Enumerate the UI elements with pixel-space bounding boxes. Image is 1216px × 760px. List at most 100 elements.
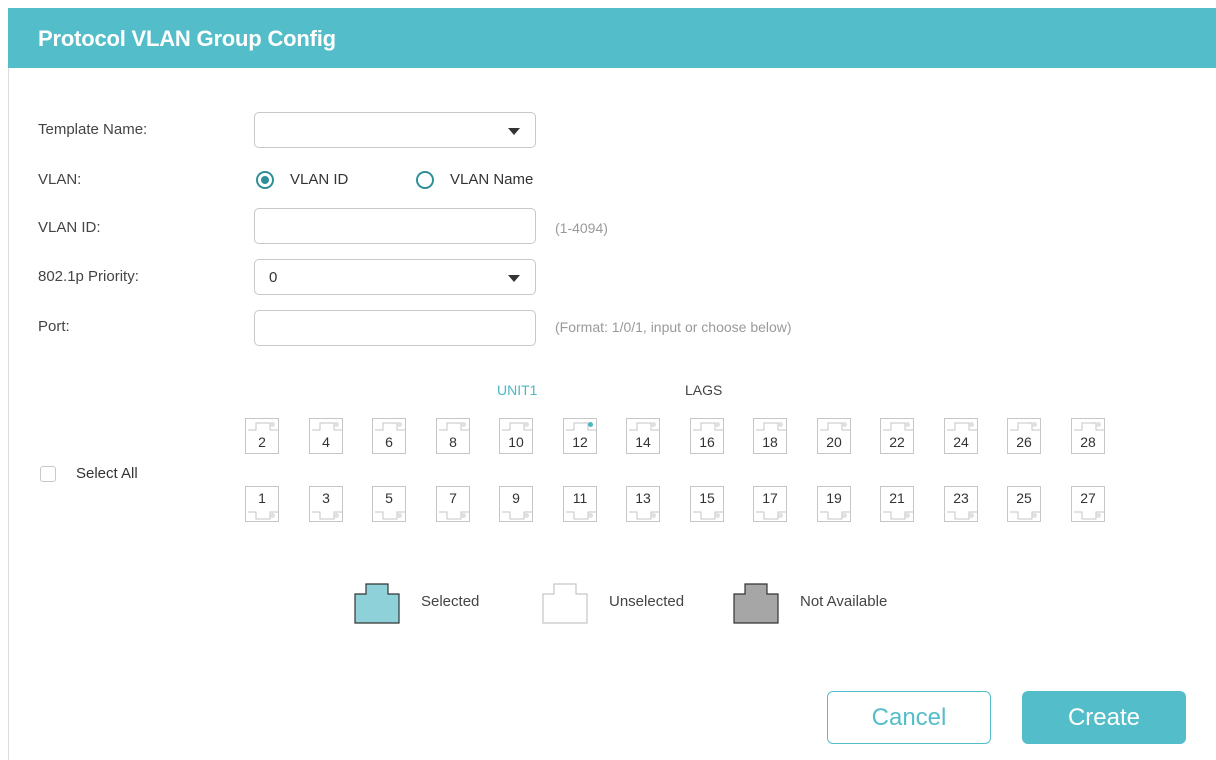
legend-not-available-swatch <box>733 580 779 624</box>
vlan-id-radio[interactable] <box>256 171 274 189</box>
port-number: 26 <box>1016 434 1032 450</box>
create-button[interactable]: Create <box>1022 691 1186 744</box>
chevron-down-icon <box>508 128 520 135</box>
port-number: 6 <box>385 434 393 450</box>
port-6[interactable]: 6 <box>372 418 406 454</box>
vlan-id-radio-label[interactable]: VLAN ID <box>290 171 348 188</box>
port-number: 14 <box>635 434 651 450</box>
port-number: 1 <box>258 490 266 506</box>
port-25[interactable]: 25 <box>1007 486 1041 522</box>
port-number: 13 <box>635 490 651 506</box>
port-status-led <box>1096 422 1101 427</box>
port-number: 10 <box>508 434 524 450</box>
port-23[interactable]: 23 <box>944 486 978 522</box>
chevron-down-icon <box>508 275 520 282</box>
port-status-led <box>397 422 402 427</box>
priority-select[interactable]: 0 <box>254 259 536 295</box>
vlan-name-radio-label[interactable]: VLAN Name <box>450 171 533 188</box>
port-input[interactable] <box>254 310 536 346</box>
port-status-led <box>334 513 339 518</box>
port-27[interactable]: 27 <box>1071 486 1105 522</box>
legend-selected-label: Selected <box>421 593 480 610</box>
port-number: 25 <box>1016 490 1032 506</box>
port-number: 28 <box>1080 434 1096 450</box>
port-number: 22 <box>889 434 905 450</box>
port-20[interactable]: 20 <box>817 418 851 454</box>
port-number: 7 <box>449 490 457 506</box>
tab-unit1[interactable]: UNIT1 <box>497 382 537 398</box>
port-status-led <box>651 513 656 518</box>
port-28[interactable]: 28 <box>1071 418 1105 454</box>
port-status-led <box>397 513 402 518</box>
port-13[interactable]: 13 <box>626 486 660 522</box>
port-number: 19 <box>826 490 842 506</box>
port-7[interactable]: 7 <box>436 486 470 522</box>
port-number: 24 <box>953 434 969 450</box>
port-5[interactable]: 5 <box>372 486 406 522</box>
port-status-led <box>588 422 593 427</box>
port-16[interactable]: 16 <box>690 418 724 454</box>
dialog-header: Protocol VLAN Group Config <box>8 8 1216 68</box>
port-11[interactable]: 11 <box>563 486 597 522</box>
port-number: 16 <box>699 434 715 450</box>
port-status-led <box>905 422 910 427</box>
legend-selected-swatch <box>354 580 400 624</box>
port-number: 5 <box>385 490 393 506</box>
vlan-label: VLAN: <box>38 171 82 188</box>
port-status-led <box>461 422 466 427</box>
port-21[interactable]: 21 <box>880 486 914 522</box>
port-status-led <box>270 422 275 427</box>
port-number: 8 <box>449 434 457 450</box>
port-4[interactable]: 4 <box>309 418 343 454</box>
port-8[interactable]: 8 <box>436 418 470 454</box>
port-status-led <box>842 513 847 518</box>
port-status-led <box>334 422 339 427</box>
template-name-select[interactable] <box>254 112 536 148</box>
vlan-name-radio[interactable] <box>416 171 434 189</box>
vlan-id-label: VLAN ID: <box>38 219 101 236</box>
port-number: 17 <box>762 490 778 506</box>
port-number: 4 <box>322 434 330 450</box>
port-number: 27 <box>1080 490 1096 506</box>
vlan-id-hint: (1-4094) <box>555 220 608 236</box>
port-status-led <box>1096 513 1101 518</box>
port-status-led <box>969 422 974 427</box>
port-12[interactable]: 12 <box>563 418 597 454</box>
legend-not-available-label: Not Available <box>800 593 888 610</box>
dialog-frame <box>8 8 1216 760</box>
port-14[interactable]: 14 <box>626 418 660 454</box>
port-status-led <box>715 422 720 427</box>
port-status-led <box>842 422 847 427</box>
port-1[interactable]: 1 <box>245 486 279 522</box>
select-all-label[interactable]: Select All <box>76 465 138 482</box>
vlan-id-input[interactable] <box>254 208 536 244</box>
port-hint: (Format: 1/0/1, input or choose below) <box>555 319 792 335</box>
port-10[interactable]: 10 <box>499 418 533 454</box>
port-status-led <box>461 513 466 518</box>
select-all-checkbox[interactable] <box>40 466 56 482</box>
port-status-led <box>969 513 974 518</box>
port-24[interactable]: 24 <box>944 418 978 454</box>
port-number: 9 <box>512 490 520 506</box>
port-status-led <box>715 513 720 518</box>
port-26[interactable]: 26 <box>1007 418 1041 454</box>
tab-lags[interactable]: LAGS <box>685 382 722 398</box>
port-3[interactable]: 3 <box>309 486 343 522</box>
port-status-led <box>651 422 656 427</box>
port-status-led <box>524 513 529 518</box>
port-18[interactable]: 18 <box>753 418 787 454</box>
port-2[interactable]: 2 <box>245 418 279 454</box>
cancel-button[interactable]: Cancel <box>827 691 991 744</box>
port-status-led <box>588 513 593 518</box>
port-number: 18 <box>762 434 778 450</box>
port-17[interactable]: 17 <box>753 486 787 522</box>
port-9[interactable]: 9 <box>499 486 533 522</box>
dialog-title: Protocol VLAN Group Config <box>38 26 336 51</box>
port-number: 11 <box>572 490 588 506</box>
port-status-led <box>778 513 783 518</box>
port-19[interactable]: 19 <box>817 486 851 522</box>
port-status-led <box>1032 513 1037 518</box>
port-22[interactable]: 22 <box>880 418 914 454</box>
port-15[interactable]: 15 <box>690 486 724 522</box>
legend-unselected-label: Unselected <box>609 593 685 610</box>
